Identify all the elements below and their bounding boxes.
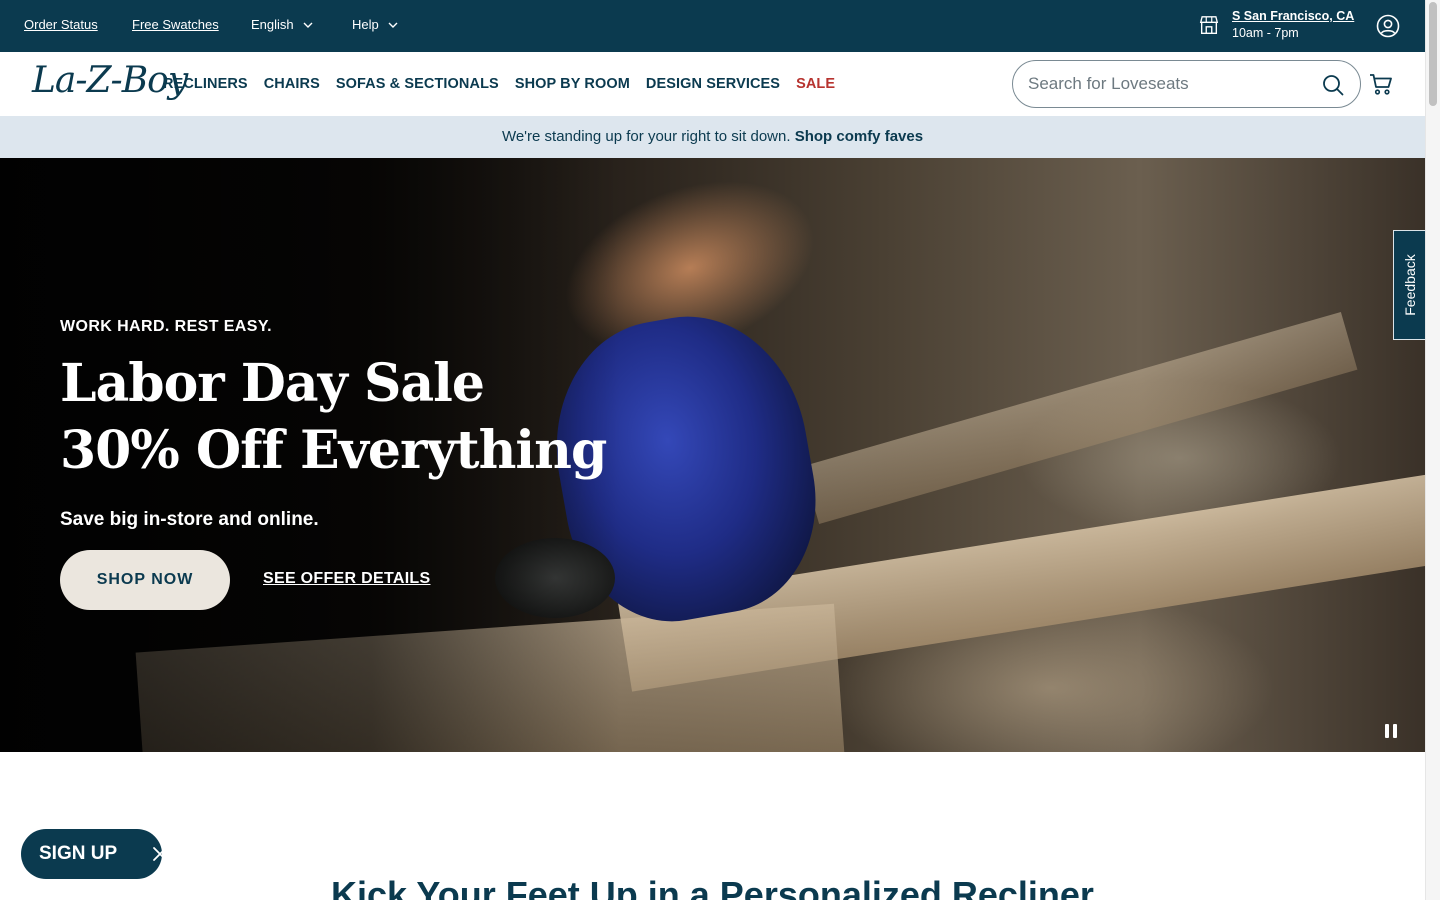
search-input[interactable]	[1028, 73, 1308, 95]
offer-details-link[interactable]: SEE OFFER DETAILS	[263, 570, 430, 588]
store-icon	[1199, 16, 1219, 34]
feedback-label: Feedback	[1401, 254, 1418, 316]
shop-now-button[interactable]: SHOP NOW	[60, 550, 230, 610]
scrollbar-thumb[interactable]	[1429, 2, 1437, 106]
hero-banner: WORK HARD. REST EASY. Labor Day Sale 30%…	[0, 158, 1425, 752]
nav-recliners[interactable]: RECLINERS	[163, 76, 248, 92]
search-icon[interactable]	[1322, 74, 1344, 96]
promo-text: We're standing up for your right to sit …	[501, 128, 791, 145]
chevron-down-icon	[388, 22, 398, 28]
help-label: Help	[352, 17, 379, 32]
language-label: English	[251, 17, 294, 32]
signup-label: SIGN UP	[39, 843, 118, 864]
store-hours: 10am - 7pm	[1232, 26, 1299, 40]
language-dropdown[interactable]: English	[251, 17, 314, 32]
page-scrollbar[interactable]	[1425, 0, 1440, 900]
store-selector[interactable]: S San Francisco, CA 10am - 7pm	[1198, 8, 1354, 42]
hero-title: Labor Day Sale 30% Off Everything	[60, 350, 607, 484]
nav-chairs[interactable]: CHAIRS	[264, 76, 320, 92]
main-nav: RECLINERS CHAIRS SOFAS & SECTIONALS SHOP…	[163, 76, 835, 92]
close-icon[interactable]	[152, 846, 168, 862]
hero-kicker: WORK HARD. REST EASY.	[60, 318, 272, 335]
pause-icon[interactable]	[1385, 724, 1399, 740]
promo-link[interactable]: Shop comfy faves	[795, 128, 923, 145]
section-title: Kick Your Feet Up in a Personalized Recl…	[331, 874, 1094, 900]
nav-shop-by-room[interactable]: SHOP BY ROOM	[515, 76, 630, 92]
free-swatches-link[interactable]: Free Swatches	[132, 17, 219, 32]
hero-subtitle: Save big in-store and online.	[60, 509, 319, 530]
signup-button[interactable]: SIGN UP	[21, 829, 167, 879]
hero-title-line1: Labor Day Sale	[60, 353, 485, 414]
nav-sofas-sectionals[interactable]: SOFAS & SECTIONALS	[336, 76, 499, 92]
help-dropdown[interactable]: Help	[352, 17, 399, 32]
chevron-down-icon	[303, 22, 313, 28]
hero-title-line2: 30% Off Everything	[60, 420, 607, 481]
nav-design-services[interactable]: DESIGN SERVICES	[646, 76, 780, 92]
account-icon[interactable]	[1376, 14, 1400, 38]
cart-icon[interactable]	[1369, 72, 1393, 96]
nav-sale[interactable]: SALE	[796, 76, 835, 92]
store-name-link[interactable]: S San Francisco, CA	[1232, 8, 1354, 25]
feedback-tab[interactable]: Feedback	[1393, 230, 1425, 340]
utility-bar: Order Status Free Swatches English Help …	[0, 0, 1425, 52]
order-status-link[interactable]: Order Status	[24, 17, 98, 32]
main-header: La-Z-Boy RECLINERS CHAIRS SOFAS & SECTIO…	[0, 52, 1425, 116]
hero-image-board	[802, 311, 1358, 525]
promo-banner: We're standing up for your right to sit …	[0, 116, 1425, 158]
search-box	[1012, 60, 1361, 108]
